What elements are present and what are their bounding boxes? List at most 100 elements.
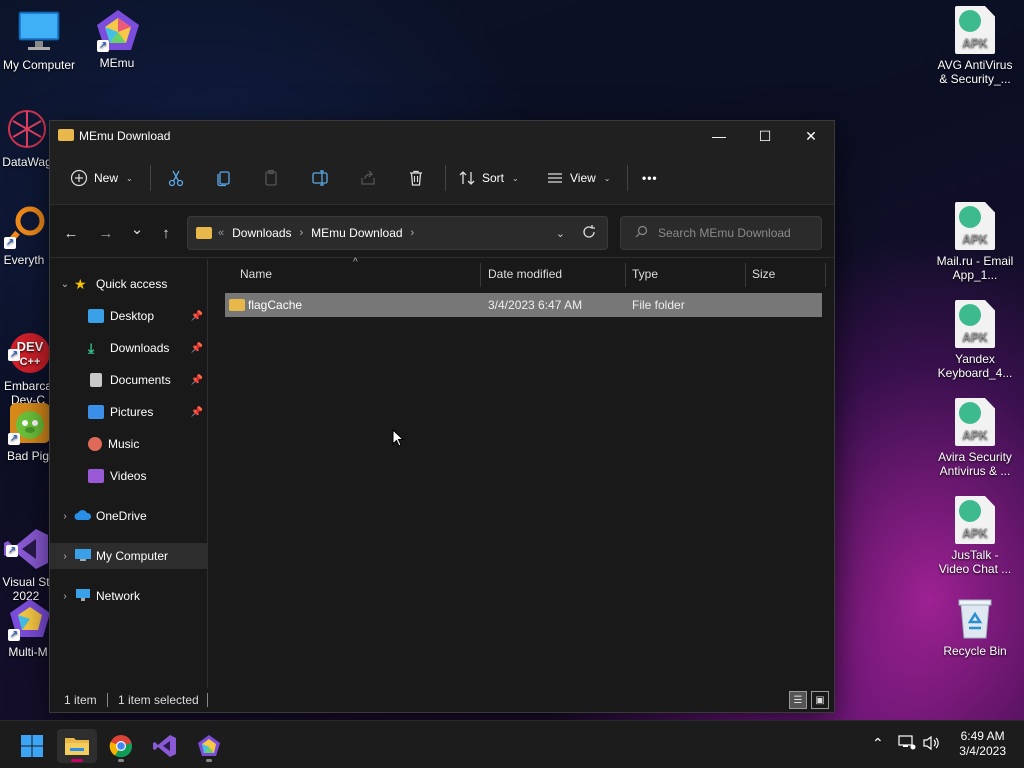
taskbar-memu[interactable]	[189, 729, 229, 763]
file-explorer-icon	[65, 738, 89, 755]
up-button[interactable]: ↑	[155, 222, 177, 244]
chevron-down-icon: ⌄	[603, 173, 611, 183]
sidebar-item-videos[interactable]: Videos	[50, 463, 207, 489]
chevron-right-icon[interactable]: ›	[58, 551, 72, 562]
shortcut-arrow-icon: ↗	[8, 629, 20, 641]
mouse-cursor-icon	[392, 428, 405, 450]
column-divider[interactable]	[625, 263, 626, 287]
sidebar-item-quick-access[interactable]: ⌄ ★ Quick access	[58, 271, 215, 297]
chevron-down-icon: ⌄	[512, 173, 519, 183]
desktop-icon-label: Recycle Bin	[943, 644, 1007, 658]
chevron-right-icon[interactable]: ›	[300, 227, 304, 239]
search-placeholder: Search MEmu Download	[658, 226, 791, 240]
apk-file-icon: APK	[955, 398, 995, 446]
file-name: flagCache	[248, 298, 303, 312]
column-divider[interactable]	[745, 263, 746, 287]
column-divider[interactable]	[825, 263, 826, 287]
breadcrumb-overflow[interactable]: «	[218, 227, 224, 239]
desktop-icon-my-computer[interactable]: My Computer	[0, 10, 78, 72]
chevron-right-icon[interactable]: ›	[58, 591, 72, 602]
sidebar-item-network[interactable]: › Network	[58, 583, 215, 609]
sort-label: Sort	[482, 171, 505, 185]
taskbar-file-explorer[interactable]	[57, 729, 97, 763]
clipboard-icon	[263, 169, 281, 187]
toolbar-divider	[445, 165, 446, 191]
network-status-icon[interactable]	[898, 735, 916, 754]
volume-icon[interactable]	[922, 735, 940, 754]
breadcrumb-downloads[interactable]: Downloads	[232, 226, 291, 240]
desktop-icon-recycle-bin[interactable]: Recycle Bin	[936, 596, 1014, 658]
sidebar-item-desktop[interactable]: Desktop 📌	[50, 303, 207, 329]
sidebar-item-label: Documents	[110, 373, 171, 387]
details-view-button[interactable]: ☰	[789, 691, 807, 709]
chevron-right-icon[interactable]: ›	[58, 511, 72, 522]
pin-icon[interactable]: 📌	[191, 375, 203, 386]
maximize-button[interactable]: ☐	[742, 121, 788, 151]
music-note-icon	[88, 437, 102, 451]
file-list-pane[interactable]: ^ Name Date modified Type Size flagCache…	[209, 257, 834, 690]
file-row-flagcache[interactable]: flagCache 3/4/2023 6:47 AM File folder	[225, 293, 822, 317]
title-bar[interactable]: MEmu Download — ☐ ✕	[50, 121, 834, 151]
apk-file-icon: APK	[955, 202, 995, 250]
paste-button[interactable]	[263, 163, 281, 193]
cut-button[interactable]	[167, 163, 185, 193]
running-indicator	[118, 759, 124, 762]
forward-button[interactable]: →	[95, 222, 117, 244]
copy-button[interactable]	[215, 163, 233, 193]
refresh-icon[interactable]	[581, 224, 597, 243]
sidebar-item-documents[interactable]: Documents 📌	[50, 367, 207, 393]
window-title: MEmu Download	[79, 129, 171, 143]
taskbar-chrome[interactable]	[101, 729, 141, 763]
pin-icon[interactable]: 📌	[191, 311, 203, 322]
address-dropdown-icon[interactable]: ⌄	[556, 227, 565, 240]
close-button[interactable]: ✕	[788, 121, 834, 151]
sidebar-item-pictures[interactable]: Pictures 📌	[50, 399, 207, 425]
show-hidden-icons-chevron-up-icon[interactable]: ⌃	[872, 735, 884, 752]
desktop-icon-memu[interactable]: ↗ MEmu	[78, 8, 156, 70]
minimize-button[interactable]: —	[696, 121, 742, 151]
new-button[interactable]: New ⌄	[70, 163, 133, 193]
chevron-right-icon[interactable]: ›	[411, 227, 415, 239]
breadcrumb-memu-download[interactable]: MEmu Download	[311, 226, 402, 240]
view-lines-icon	[546, 169, 564, 187]
desktop-icon-avira-apk[interactable]: APK Avira Security Antivirus & ...	[936, 398, 1014, 478]
desktop-icon-everything[interactable]: ↗ Everyth	[0, 205, 56, 267]
column-header-size[interactable]: Size	[752, 267, 775, 281]
monitor-icon	[17, 10, 61, 54]
column-header-type[interactable]: Type	[632, 267, 658, 281]
see-more-button[interactable]: •••	[642, 163, 658, 193]
sidebar-item-music[interactable]: Music	[50, 431, 207, 457]
pin-icon[interactable]: 📌	[191, 343, 203, 354]
search-box[interactable]: Search MEmu Download	[620, 216, 822, 250]
windows-logo-icon	[21, 735, 43, 757]
pin-icon[interactable]: 📌	[191, 407, 203, 418]
desktop-icon-mailru-apk[interactable]: APK Mail.ru - Email App_1...	[936, 202, 1014, 282]
desktop-icon-yandex-apk[interactable]: APK Yandex Keyboard_4...	[936, 300, 1014, 380]
back-button[interactable]: ←	[60, 222, 82, 244]
share-button[interactable]	[359, 163, 377, 193]
rename-button[interactable]	[311, 163, 329, 193]
taskbar: ⌃ 6:49 AM 3/4/2023	[0, 720, 1024, 768]
status-bar: 1 item 1 item selected ☰ ▣	[50, 688, 834, 712]
taskbar-visual-studio[interactable]	[145, 729, 185, 763]
delete-button[interactable]	[407, 163, 425, 193]
desktop-icon-avg-apk[interactable]: APK AVG AntiVirus & Security_...	[936, 6, 1014, 86]
recent-locations-button[interactable]: ⌄	[126, 218, 148, 240]
large-icons-view-button[interactable]: ▣	[811, 691, 829, 709]
start-button[interactable]	[12, 729, 52, 763]
chevron-down-icon[interactable]: ⌄	[58, 279, 72, 290]
shortcut-arrow-icon: ↗	[97, 40, 109, 52]
column-divider[interactable]	[480, 263, 481, 287]
view-button[interactable]: View ⌄	[546, 163, 611, 193]
sidebar-item-downloads[interactable]: ⤓ Downloads 📌	[50, 335, 207, 361]
address-bar[interactable]: « Downloads › MEmu Download › ⌄	[187, 216, 608, 250]
column-header-date-modified[interactable]: Date modified	[488, 267, 562, 281]
datawag-logo-icon	[5, 107, 49, 151]
sidebar-item-my-computer[interactable]: › My Computer	[50, 543, 207, 569]
sidebar-item-onedrive[interactable]: › OneDrive	[58, 503, 215, 529]
shortcut-arrow-icon: ↗	[4, 237, 16, 249]
column-header-name[interactable]: Name	[240, 267, 272, 281]
desktop-icon-justalk-apk[interactable]: APK JusTalk - Video Chat ...	[936, 496, 1014, 576]
system-clock[interactable]: 6:49 AM 3/4/2023	[959, 729, 1006, 759]
sort-button[interactable]: Sort ⌄	[458, 163, 519, 193]
